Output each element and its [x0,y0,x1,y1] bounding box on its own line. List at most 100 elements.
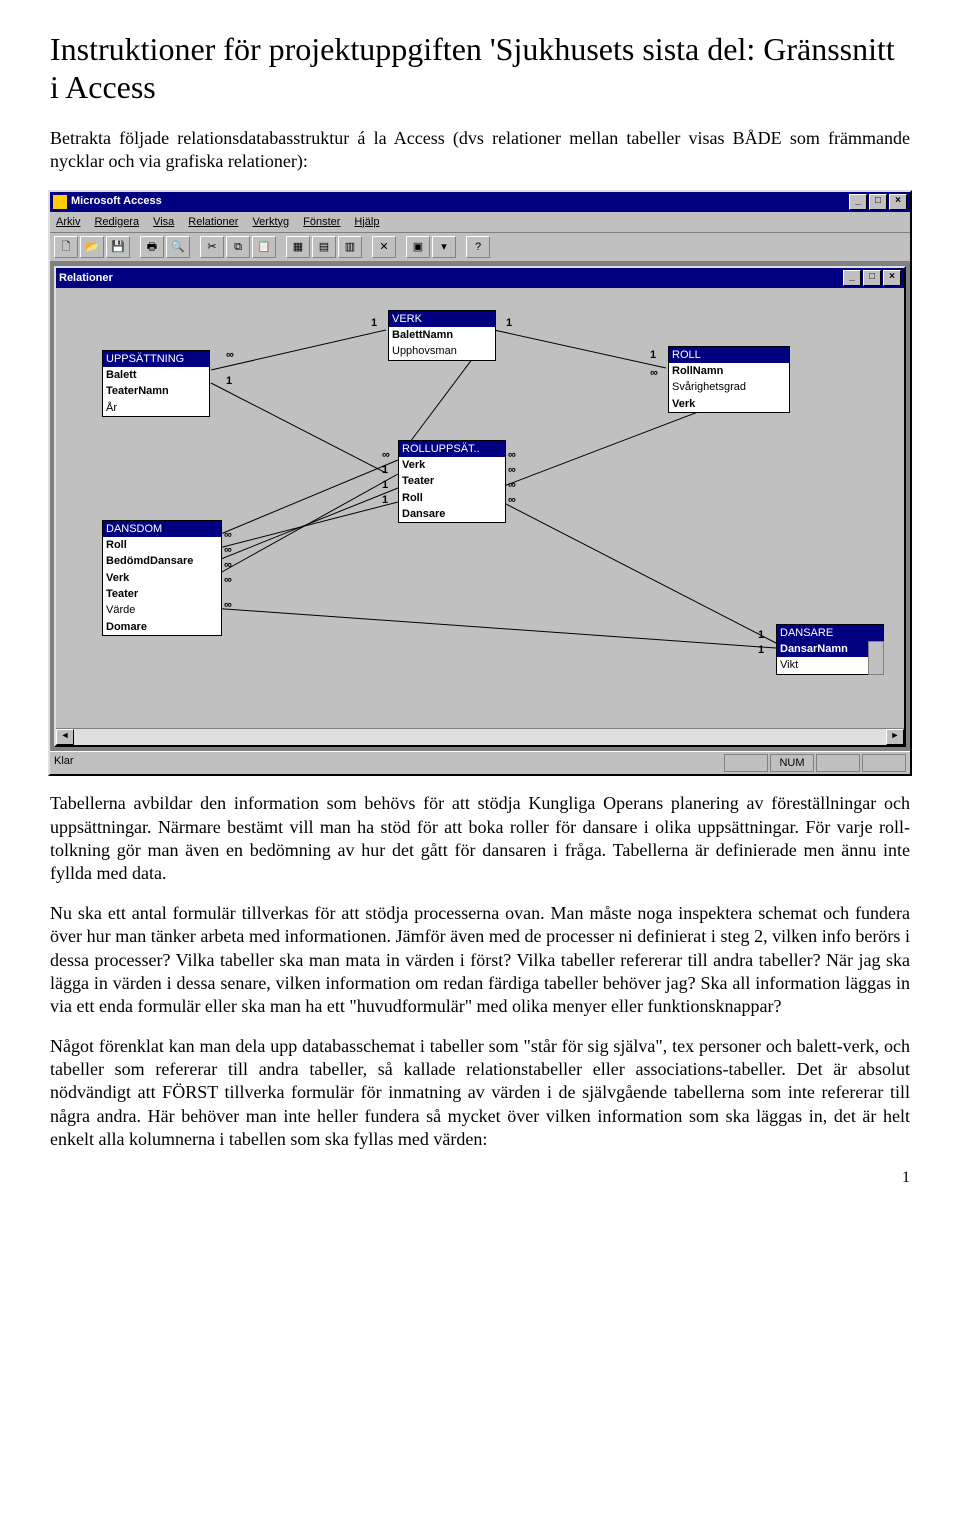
new-icon[interactable]: 🗋 [54,236,78,258]
card-many: ∞ [508,493,516,507]
card-one: 1 [371,316,377,330]
relations-canvas[interactable]: ∞ 1 1 1 1 ∞ ∞ 1 1 1 ∞ ∞ ∞ ∞ ∞ ∞ ∞ ∞ ∞ 1 [56,288,904,728]
table-roll[interactable]: ROLL RollNamn Svårighetsgrad Verk [668,346,790,413]
copy-icon[interactable]: ⧉ [226,236,250,258]
status-blank [816,754,860,772]
field[interactable]: Teater [399,473,505,489]
body-paragraph-2: Tabellerna avbildar den information som … [50,792,910,886]
body-paragraph-3: Nu ska ett antal formulär tillverkas för… [50,902,910,1019]
menu-hjalp[interactable]: Hjälp [354,215,379,229]
page-number: 1 [50,1168,910,1189]
card-many: ∞ [224,558,232,572]
body-paragraph-4: Något förenklat kan man dela upp databas… [50,1035,910,1152]
field[interactable]: Verk [669,396,789,412]
field[interactable]: Domare [103,619,221,635]
menu-arkiv[interactable]: Arkiv [56,215,80,229]
cut-icon[interactable]: ✂ [200,236,224,258]
status-blank [862,754,906,772]
table-header: VERK [389,311,495,327]
field[interactable]: TeaterNamn [103,383,209,399]
table-verk[interactable]: VERK BalettNamn Upphovsman [388,310,496,361]
table-rolluppsat[interactable]: ROLLUPPSÄT.. Verk Teater Roll Dansare [398,440,506,523]
status-ready: Klar [54,754,74,772]
card-one: 1 [382,463,388,477]
field[interactable]: Svårighetsgrad [669,379,789,395]
preview-icon[interactable]: 🔍 [166,236,190,258]
card-one: 1 [758,628,764,642]
table-dansdom[interactable]: DANSDOM Roll BedömdDansare Verk Teater V… [102,520,222,636]
table-header: UPPSÄTTNING [103,351,209,367]
status-num: NUM [770,754,814,772]
field[interactable]: RollNamn [669,363,789,379]
status-blank [724,754,768,772]
menu-bar: Arkiv Redigera Visa Relationer Verktyg F… [50,212,910,233]
maximize-button[interactable]: □ [869,194,887,210]
db-window-icon[interactable]: ▣ [406,236,430,258]
field[interactable]: Roll [103,537,221,553]
menu-visa[interactable]: Visa [153,215,174,229]
menu-verktyg[interactable]: Verktyg [252,215,289,229]
show-table-icon[interactable]: ▤ [312,236,336,258]
card-many: ∞ [508,448,516,462]
paste-icon[interactable]: 📋 [252,236,276,258]
intro-paragraph: Betrakta följade relationsdatabasstruktu… [50,127,910,174]
menu-redigera[interactable]: Redigera [94,215,139,229]
field[interactable]: Verk [103,570,221,586]
scroll-left-icon[interactable]: ◄ [56,729,74,745]
field[interactable]: Värde [103,602,221,618]
field[interactable]: Upphovsman [389,343,495,359]
field[interactable]: Balett [103,367,209,383]
app-title: Microsoft Access [71,194,162,208]
table-uppsattning[interactable]: UPPSÄTTNING Balett TeaterNamn År [102,350,210,417]
horizontal-scrollbar[interactable]: ◄ ► [56,728,904,745]
page-title: Instruktioner för projektuppgiften 'Sjuk… [50,30,910,107]
card-one: 1 [506,316,512,330]
mdi-area: Relationer _ □ × [50,262,910,751]
card-many: ∞ [382,448,390,462]
card-many: ∞ [508,463,516,477]
app-titlebar: Microsoft Access _ □ × [50,192,910,212]
field[interactable]: BalettNamn [389,327,495,343]
field[interactable]: År [103,400,209,416]
table-header: DANSDOM [103,521,221,537]
save-icon[interactable]: 💾 [106,236,130,258]
child-close-button[interactable]: × [883,270,901,286]
menu-fonster[interactable]: Fönster [303,215,340,229]
status-bar: Klar NUM [50,751,910,774]
field[interactable]: Roll [399,490,505,506]
card-many: ∞ [224,543,232,557]
open-icon[interactable]: 📂 [80,236,104,258]
card-many: ∞ [224,573,232,587]
card-many: ∞ [224,598,232,612]
new-object-icon[interactable]: ▾ [432,236,456,258]
card-one: 1 [758,643,764,657]
card-many: ∞ [650,366,658,380]
child-maximize-button[interactable]: □ [863,270,881,286]
delete-icon[interactable]: ✕ [372,236,396,258]
table-header: DANSARE [777,625,883,641]
child-minimize-button[interactable]: _ [843,270,861,286]
table-header: ROLLUPPSÄT.. [399,441,505,457]
show-all-icon[interactable]: ▥ [338,236,362,258]
scrollbar[interactable] [868,641,884,675]
close-button[interactable]: × [889,194,907,210]
add-table-icon[interactable]: ▦ [286,236,310,258]
menu-relationer[interactable]: Relationer [188,215,238,229]
table-dansare[interactable]: DANSARE DansarNamn Vikt [776,624,884,675]
card-many: ∞ [508,478,516,492]
field[interactable]: Teater [103,586,221,602]
field[interactable]: Verk [399,457,505,473]
minimize-button[interactable]: _ [849,194,867,210]
print-icon[interactable]: 🖶 [140,236,164,258]
access-window: Microsoft Access _ □ × Arkiv Redigera Vi… [48,190,912,777]
card-one: 1 [226,374,232,388]
card-one: 1 [382,493,388,507]
access-icon [53,195,67,209]
card-one: 1 [650,348,656,362]
child-titlebar: Relationer _ □ × [56,268,904,288]
card-many: ∞ [224,528,232,542]
field[interactable]: Dansare [399,506,505,522]
help-icon[interactable]: ? [466,236,490,258]
field[interactable]: BedömdDansare [103,553,221,569]
scroll-right-icon[interactable]: ► [886,729,904,745]
